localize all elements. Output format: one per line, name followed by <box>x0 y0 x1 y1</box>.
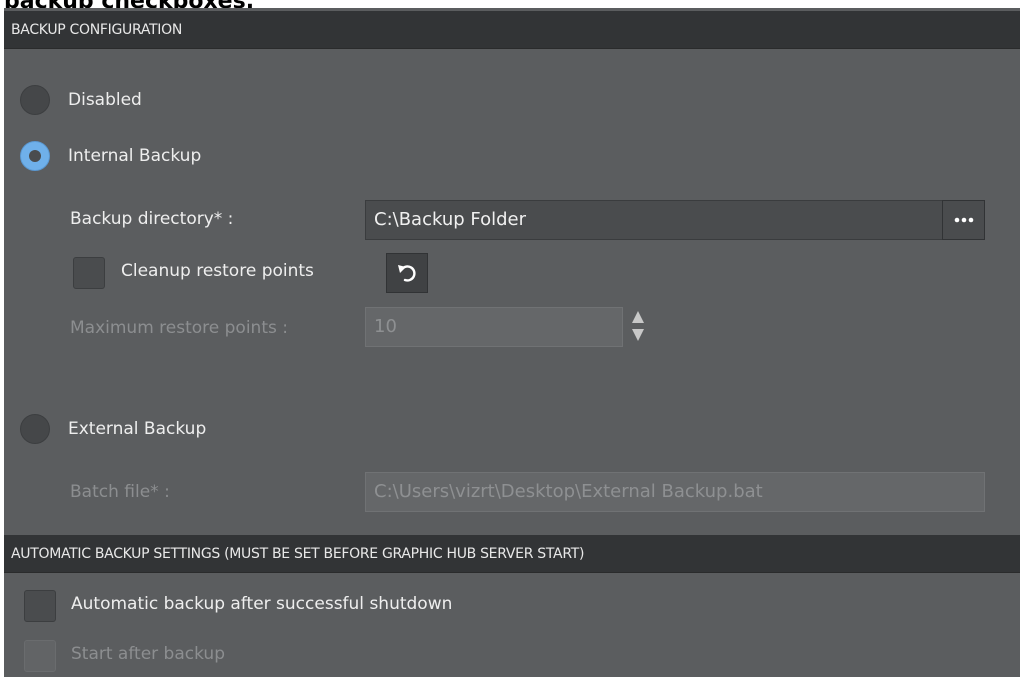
radio-internal-backup-row[interactable]: Internal Backup <box>20 138 201 174</box>
maximum-restore-points-field[interactable]: 10 <box>365 307 623 347</box>
backup-directory-field[interactable]: C:\Backup Folder <box>365 200 943 240</box>
spinner-arrows-icon <box>632 311 644 341</box>
radio-external-backup-label: External Backup <box>68 419 207 439</box>
radio-internal-backup[interactable] <box>20 141 50 171</box>
automatic-backup-after-shutdown-label: Automatic backup after successful shutdo… <box>71 594 453 614</box>
start-after-backup-checkbox[interactable] <box>24 640 56 672</box>
automatic-backup-after-shutdown-checkbox[interactable] <box>24 590 56 622</box>
backup-configuration-header: BACKUP CONFIGURATION <box>4 11 1020 49</box>
cleanup-restore-points-label: Cleanup restore points <box>121 261 314 281</box>
maximum-restore-points-stepper[interactable] <box>631 309 645 345</box>
start-after-backup-label: Start after backup <box>71 644 225 664</box>
backup-directory-label: Backup directory* : <box>70 209 234 229</box>
radio-internal-backup-label: Internal Backup <box>68 146 202 166</box>
reset-restore-points-button[interactable] <box>386 253 428 293</box>
browse-directory-button[interactable] <box>942 200 985 240</box>
ellipsis-icon <box>954 217 973 223</box>
automatic-backup-settings-header: AUTOMATIC BACKUP SETTINGS (MUST BE SET B… <box>4 535 1020 573</box>
batch-file-field[interactable]: C:\Users\vizrt\Desktop\External Backup.b… <box>365 472 985 512</box>
radio-disabled-label: Disabled <box>68 90 142 110</box>
radio-disabled[interactable] <box>20 85 50 115</box>
radio-external-backup[interactable] <box>20 414 50 444</box>
radio-selected-dot <box>29 150 41 162</box>
cleanup-restore-points-checkbox[interactable] <box>73 257 105 289</box>
maximum-restore-points-label: Maximum restore points : <box>70 318 288 338</box>
batch-file-label: Batch file* : <box>70 482 170 502</box>
undo-icon <box>398 265 416 282</box>
radio-disabled-row[interactable]: Disabled <box>20 82 142 118</box>
radio-external-backup-row[interactable]: External Backup <box>20 411 206 447</box>
backup-settings-panel: BACKUP CONFIGURATION Disabled Internal B… <box>4 8 1020 677</box>
